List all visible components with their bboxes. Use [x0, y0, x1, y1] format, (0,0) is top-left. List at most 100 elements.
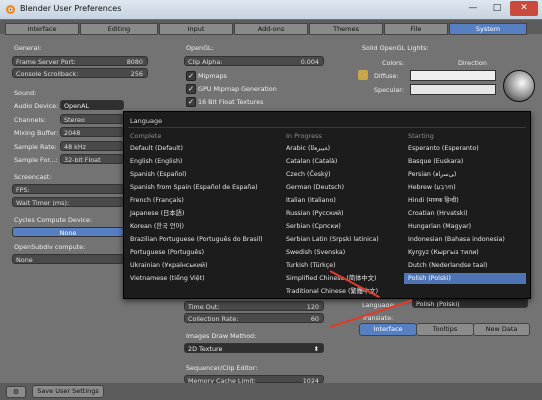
clip-alpha-field[interactable]: Clip Alpha: 0.004 — [184, 56, 324, 66]
mixing-buffer-select[interactable]: 2048 — [60, 127, 124, 137]
wait-timer-field[interactable]: Wait Timer (ms): — [12, 197, 124, 207]
tab-addons[interactable]: Add-ons — [234, 23, 308, 35]
language-option[interactable]: Japanese (日本語) — [126, 208, 280, 219]
title-bar: Blender User Preferences — □ ✕ — [0, 0, 542, 19]
wait-timer-label: Wait Timer (ms): — [16, 199, 70, 207]
language-select[interactable]: Polish (Polski) — [412, 298, 528, 308]
images-draw-heading: Images Draw Method: — [186, 332, 257, 340]
fps-field[interactable]: FPS: — [12, 184, 124, 194]
starting-column-heading: Starting — [408, 132, 434, 140]
close-button[interactable]: ✕ — [510, 1, 538, 16]
language-option[interactable]: Arabic (ﺔﻴﺑﺮﻌﻟﺍ) — [282, 143, 402, 154]
opensubdiv-select[interactable]: None — [12, 254, 124, 264]
float-textures-label: 16 Bit Float Textures — [198, 98, 264, 106]
audio-device-select[interactable]: OpenAL — [60, 100, 124, 110]
channels-select[interactable]: Stereo — [60, 114, 124, 124]
sample-format-select[interactable]: 32-bit Float — [60, 154, 124, 164]
light-bulb-icon[interactable] — [358, 70, 368, 80]
language-option[interactable]: Turkish (Türkçe) — [282, 260, 402, 271]
translate-tooltips-button[interactable]: Tooltips — [416, 323, 474, 336]
language-option[interactable]: Croatian (Hrvatski) — [404, 208, 526, 219]
menu-divider — [128, 127, 526, 128]
language-option[interactable]: Brazilian Portuguese (Português do Brasi… — [126, 234, 280, 245]
editor-type-icon[interactable]: ⚙ — [6, 386, 26, 398]
images-draw-select[interactable]: 2D Texture ⬍ — [184, 343, 324, 353]
language-option[interactable]: Russian (Русский) — [282, 208, 402, 219]
tab-file[interactable]: File — [384, 23, 448, 35]
language-option[interactable]: Default (Default) — [126, 143, 280, 154]
sound-heading: Sound: — [14, 89, 37, 97]
language-option[interactable]: Italian (Italiano) — [282, 195, 402, 206]
lights-colors-label: Colors: — [382, 59, 405, 67]
language-option[interactable]: Esperanto (Esperanto) — [404, 143, 526, 154]
screencast-heading: Screencast: — [14, 173, 52, 181]
language-option[interactable]: Persian (ﯽﺳﺭﺎﻓ) — [404, 169, 526, 180]
audio-device-label: Audio Device: — [14, 102, 59, 110]
float-textures-checkbox[interactable]: ✓ — [186, 97, 196, 107]
fps-label: FPS: — [16, 186, 30, 194]
language-option[interactable]: Ukrainian (Український) — [126, 260, 280, 271]
language-option[interactable]: Indonesian (Bahasa indonesia) — [404, 234, 526, 245]
collection-rate-value: 60 — [310, 315, 319, 323]
mipmaps-checkbox[interactable]: ✓ — [186, 71, 196, 81]
frame-server-port-label: Frame Server Port: — [16, 58, 76, 66]
language-option[interactable]: Vietnamese (tiếng Việt) — [126, 273, 280, 284]
diffuse-label: Diffuse: — [374, 72, 399, 80]
tab-bar: Interface Editing Input Add-ons Themes F… — [0, 20, 542, 35]
preferences-window: Blender User Preferences — □ ✕ Interface… — [0, 0, 542, 400]
gpu-mipmap-label: GPU Mipmap Generation — [198, 85, 277, 93]
tab-system[interactable]: System — [449, 23, 527, 35]
complete-column-heading: Complete — [130, 132, 162, 140]
language-option-selected[interactable]: Polish (Polski) — [404, 273, 526, 284]
language-option[interactable]: Korean (한국 언어) — [126, 221, 280, 232]
language-option[interactable]: Traditional Chinese (繁體中文) — [282, 286, 402, 297]
language-option[interactable]: Hungarian (Magyar) — [404, 221, 526, 232]
language-option[interactable]: Dutch (Nederlandse taal) — [404, 260, 526, 271]
translate-new-data-button[interactable]: New Data — [473, 323, 530, 336]
gpu-mipmap-checkbox[interactable]: ✓ — [186, 84, 196, 94]
translate-interface-button[interactable]: Interface — [359, 323, 417, 336]
specular-label: Specular: — [374, 86, 404, 94]
console-scrollback-field[interactable]: Console Scrollback: 256 — [12, 68, 148, 78]
cycles-device-none-button[interactable]: None — [12, 227, 124, 237]
language-option[interactable]: German (Deutsch) — [282, 182, 402, 193]
language-option[interactable]: Swedish (Svenska) — [282, 247, 402, 258]
collection-rate-field[interactable]: Collection Rate: 60 — [184, 313, 324, 323]
language-option[interactable]: Kyrgyz (Кыргыз тили) — [404, 247, 526, 258]
language-option[interactable]: Spanish (Español) — [126, 169, 280, 180]
specular-color-swatch[interactable] — [410, 84, 496, 95]
solid-lights-heading: Solid OpenGL Lights: — [362, 44, 429, 52]
language-option[interactable]: Serbian Latin (Srpski latinica) — [282, 234, 402, 245]
collection-rate-label: Collection Rate: — [188, 315, 239, 323]
clip-alpha-value: 0.004 — [300, 58, 319, 66]
diffuse-color-swatch[interactable] — [410, 70, 496, 81]
language-option[interactable]: Spanish from Spain (Español de España) — [126, 182, 280, 193]
language-option[interactable]: Serbian (Српски) — [282, 221, 402, 232]
language-option[interactable]: French (Français) — [126, 195, 280, 206]
language-option[interactable]: Czech (Český) — [282, 169, 402, 180]
tab-themes[interactable]: Themes — [309, 23, 383, 35]
language-option[interactable]: Hindi (मानक हिन्दी) — [404, 195, 526, 206]
maximize-button[interactable]: □ — [486, 1, 508, 16]
texture-timeout-field[interactable]: Time Out: 120 — [184, 301, 324, 311]
language-option[interactable]: Hebrew (תירִבְעִ) — [404, 182, 526, 193]
clip-alpha-label: Clip Alpha: — [188, 58, 223, 66]
frame-server-port-field[interactable]: Frame Server Port: 8080 — [12, 56, 148, 66]
language-option[interactable]: Basque (Euskara) — [404, 156, 526, 167]
blender-logo-icon — [6, 5, 15, 14]
mixing-buffer-label: Mixing Buffer: — [14, 129, 59, 137]
sample-rate-select[interactable]: 48 kHz — [60, 141, 124, 151]
light-direction-sphere[interactable] — [503, 70, 535, 102]
save-user-settings-button[interactable]: Save User Settings — [32, 385, 104, 398]
language-option[interactable]: English (English) — [126, 156, 280, 167]
console-scrollback-label: Console Scrollback: — [16, 70, 79, 78]
minimize-button[interactable]: — — [462, 1, 484, 16]
language-option[interactable]: Catalan (Català) — [282, 156, 402, 167]
frame-server-port-value: 8080 — [126, 58, 143, 66]
tab-input[interactable]: Input — [159, 23, 233, 35]
memory-cache-field[interactable]: Memory Cache Limit: 1024 — [184, 375, 324, 385]
language-option[interactable]: Portuguese (Português) — [126, 247, 280, 258]
tab-editing[interactable]: Editing — [80, 23, 158, 35]
sequencer-heading: Sequencer/Clip Editor: — [186, 364, 258, 372]
tab-interface[interactable]: Interface — [5, 23, 79, 35]
